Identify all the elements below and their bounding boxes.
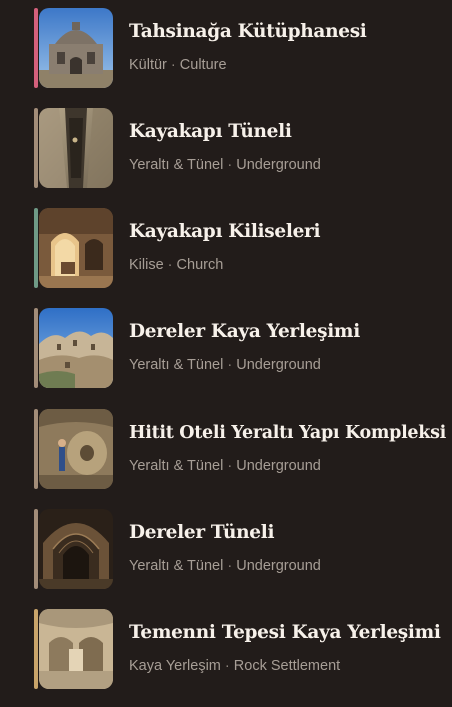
category-accent-bar (34, 308, 38, 388)
place-title: Dereler Tüneli (129, 522, 275, 543)
category-tr: Yeraltı & Tünel (129, 357, 224, 373)
list-item[interactable]: Kayakapı Tüneli Yeraltı & Tünel · Underg… (0, 108, 452, 188)
domed-stone-building-photo-icon (39, 8, 113, 88)
place-title: Hitit Oteli Yeraltı Yapı Kompleksi (129, 423, 446, 443)
place-category: Yeraltı & Tünel · Underground (129, 156, 321, 174)
category-separator: · (223, 458, 237, 474)
category-accent-bar (34, 409, 38, 489)
place-thumbnail[interactable] (39, 409, 113, 489)
category-tr: Kilise (129, 257, 164, 273)
place-title: Temenni Tepesi Kaya Yerleşimi (129, 622, 441, 643)
list-item[interactable]: Hitit Oteli Yeraltı Yapı Kompleksi Yeral… (0, 409, 452, 489)
category-tr: Kaya Yerleşim (129, 658, 221, 674)
category-en: Underground (236, 157, 321, 173)
category-accent-bar (34, 208, 38, 288)
place-title: Kayakapı Kiliseleri (129, 221, 321, 242)
place-category: Yeraltı & Tünel · Underground (129, 557, 321, 575)
place-category: Yeraltı & Tünel · Underground (129, 457, 321, 475)
category-separator: · (163, 257, 177, 273)
list-item[interactable]: Temenni Tepesi Kaya Yerleşimi Kaya Yerle… (0, 609, 452, 689)
category-en: Church (176, 257, 224, 273)
place-category: Kültür · Culture (129, 56, 227, 74)
rock-cut-church-photo-icon (39, 208, 113, 288)
category-separator: · (166, 57, 180, 73)
place-thumbnail[interactable] (39, 108, 113, 188)
category-separator: · (223, 558, 237, 574)
place-title: Kayakapı Tüneli (129, 121, 292, 142)
category-accent-bar (34, 8, 38, 88)
place-category: Yeraltı & Tünel · Underground (129, 356, 321, 374)
category-en: Rock Settlement (233, 658, 341, 674)
place-thumbnail[interactable] (39, 509, 113, 589)
category-separator: · (220, 658, 234, 674)
category-separator: · (223, 357, 237, 373)
underground-millstone-door-photo-icon (39, 409, 113, 489)
rock-tunnel-photo-icon (39, 108, 113, 188)
place-thumbnail[interactable] (39, 609, 113, 689)
place-category: Kilise · Church (129, 256, 223, 274)
category-tr: Yeraltı & Tünel (129, 458, 224, 474)
place-title: Dereler Kaya Yerleşimi (129, 321, 360, 342)
place-thumbnail[interactable] (39, 208, 113, 288)
place-thumbnail[interactable] (39, 308, 113, 388)
category-separator: · (223, 157, 237, 173)
list-item[interactable]: Tahsinağa Kütüphanesi Kültür · Culture (0, 8, 452, 88)
category-en: Culture (179, 57, 227, 73)
place-category: Kaya Yerleşim · Rock Settlement (129, 657, 340, 675)
category-en: Underground (236, 458, 321, 474)
category-accent-bar (34, 108, 38, 188)
arched-tunnel-photo-icon (39, 509, 113, 589)
place-list: Tahsinağa Kütüphanesi Kültür · Culture K… (0, 0, 452, 707)
category-accent-bar (34, 609, 38, 689)
list-item[interactable]: Dereler Tüneli Yeraltı & Tünel · Undergr… (0, 509, 452, 589)
rock-settlement-landscape-photo-icon (39, 308, 113, 388)
category-accent-bar (34, 509, 38, 589)
category-tr: Yeraltı & Tünel (129, 157, 224, 173)
category-tr: Kültür (129, 57, 167, 73)
list-item[interactable]: Dereler Kaya Yerleşimi Yeraltı & Tünel ·… (0, 308, 452, 388)
place-thumbnail[interactable] (39, 8, 113, 88)
category-en: Underground (236, 558, 321, 574)
carved-rock-chamber-photo-icon (39, 609, 113, 689)
place-title: Tahsinağa Kütüphanesi (129, 21, 367, 42)
category-en: Underground (236, 357, 321, 373)
category-tr: Yeraltı & Tünel (129, 558, 224, 574)
list-item[interactable]: Kayakapı Kiliseleri Kilise · Church (0, 208, 452, 288)
